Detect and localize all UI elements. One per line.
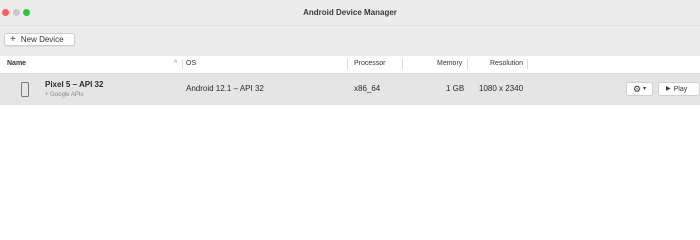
play-label: Play [673, 85, 688, 93]
column-divider[interactable] [467, 59, 468, 69]
play-icon: ▶ [666, 86, 671, 92]
column-header-processor[interactable]: Processor [354, 56, 386, 74]
column-header-memory[interactable]: Memory [437, 56, 462, 74]
plus-icon: + [10, 33, 16, 45]
gear-icon: ⚙ [632, 83, 642, 94]
device-name: Pixel 5 – API 32 [45, 80, 104, 89]
table-header: Name ^ OS Processor Memory Resolution [0, 56, 700, 74]
sort-ascending-icon[interactable]: ^ [174, 60, 177, 67]
title-bar: Android Device Manager [0, 0, 700, 26]
column-divider[interactable] [527, 59, 528, 69]
column-divider[interactable] [402, 59, 403, 69]
column-header-name[interactable]: Name [7, 56, 26, 74]
column-divider[interactable] [347, 59, 348, 69]
column-header-resolution[interactable]: Resolution [490, 56, 523, 74]
app-window: Android Device Manager + New Device Name… [0, 0, 700, 230]
new-device-button[interactable]: + New Device [4, 33, 75, 46]
device-processor: x86_64 [354, 84, 381, 93]
device-memory: 1 GB [446, 84, 465, 93]
device-resolution: 1080 x 2340 [479, 84, 524, 93]
chevron-down-icon: ▾ [643, 86, 647, 92]
device-subtitle: + Google APIs [45, 92, 84, 98]
device-settings-button[interactable]: ⚙ ▾ [626, 82, 653, 96]
play-button[interactable]: ▶ Play [658, 82, 700, 96]
toolbar: + New Device [0, 26, 700, 56]
new-device-label: New Device [20, 35, 64, 44]
window-title: Android Device Manager [303, 8, 397, 17]
device-os: Android 12.1 – API 32 [186, 84, 264, 93]
column-divider[interactable] [182, 59, 183, 69]
column-header-os[interactable]: OS [186, 56, 196, 74]
table-row[interactable]: Pixel 5 – API 32 + Google APIs Android 1… [0, 74, 700, 105]
phone-icon [21, 82, 29, 97]
